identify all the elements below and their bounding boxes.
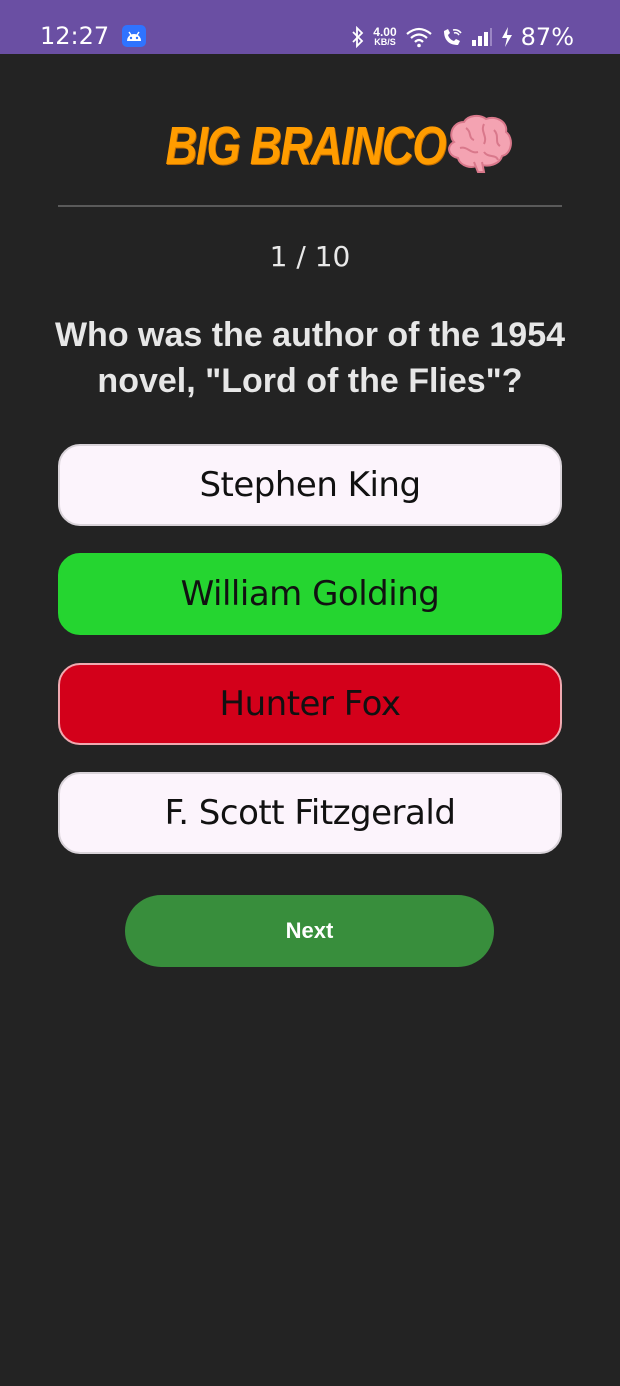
brain-icon xyxy=(444,112,516,179)
answer-label: William Golding xyxy=(180,574,440,614)
battery-percent: 87% xyxy=(520,23,574,51)
next-button-label: Next xyxy=(285,918,334,943)
charging-icon xyxy=(501,26,513,48)
wifi-call-icon xyxy=(441,26,463,48)
header-divider xyxy=(58,205,562,207)
bluetooth-icon xyxy=(351,26,365,48)
question-text: Who was the author of the 1954 novel, "L… xyxy=(54,316,566,400)
status-icons: 4.00 KB/S 87% xyxy=(351,22,574,52)
answer-label: Hunter Fox xyxy=(219,684,401,724)
net-speed-value: 4.00 xyxy=(373,25,397,39)
answer-label: F. Scott Fitzgerald xyxy=(164,793,456,833)
answer-option-4[interactable]: F. Scott Fitzgerald xyxy=(58,772,562,854)
status-time: 12:27 xyxy=(40,22,110,50)
question-counter: 1 / 10 xyxy=(269,240,351,273)
net-speed-unit: KB/S xyxy=(374,37,396,47)
wifi-icon xyxy=(405,26,433,48)
next-button[interactable]: Next xyxy=(125,895,494,967)
answer-option-2[interactable]: William Golding xyxy=(58,553,562,635)
answer-label: Stephen King xyxy=(199,465,421,505)
status-bar: 12:27 4.00 KB/S 87% xyxy=(0,0,620,54)
signal-icon xyxy=(471,26,493,48)
answer-option-1[interactable]: Stephen King xyxy=(58,444,562,526)
net-speed: 4.00 KB/S xyxy=(373,25,397,47)
android-app-icon xyxy=(122,25,146,47)
logo-text: Big BrainCo xyxy=(165,115,447,176)
app-logo: Big BrainCo xyxy=(0,112,620,179)
answer-option-3[interactable]: Hunter Fox xyxy=(58,663,562,745)
